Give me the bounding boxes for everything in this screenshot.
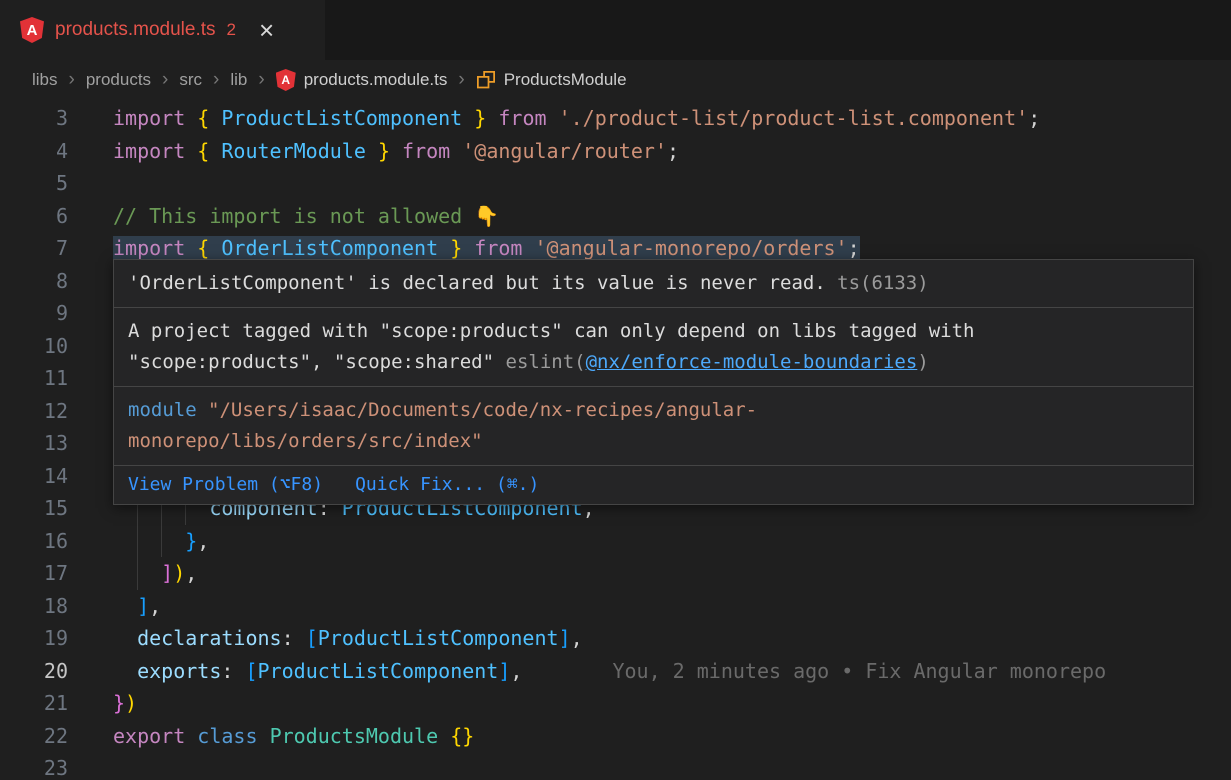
close-icon[interactable]: × xyxy=(259,17,274,43)
tab-problem-count-badge: 2 xyxy=(227,20,236,40)
code-line-21[interactable]: 21}) xyxy=(0,687,1231,720)
line-number[interactable]: 11 xyxy=(0,362,68,395)
line-number[interactable]: 9 xyxy=(0,297,68,330)
code-line-19[interactable]: 19 declarations: [ProductListComponent], xyxy=(0,622,1231,655)
line-number[interactable]: 3 xyxy=(0,102,68,135)
code-line-17[interactable]: 17 ]), xyxy=(0,557,1231,590)
code-line-4[interactable]: 4 import { RouterModule } from '@angular/… xyxy=(0,135,1231,168)
line-content: declarations: [ProductListComponent], xyxy=(113,622,1231,655)
eslint-source-close: ) xyxy=(917,351,928,373)
chevron-right-icon: › xyxy=(258,69,264,91)
line-content: ]), xyxy=(113,557,1231,590)
line-number[interactable]: 5 xyxy=(0,167,68,200)
breadcrumb-symbol-label: ProductsModule xyxy=(504,70,627,90)
ts-diagnostic-message: 'OrderListComponent' is declared but its… xyxy=(114,260,1193,308)
line-content: }) xyxy=(113,687,1231,720)
indent-guide xyxy=(161,525,162,558)
code-line-6[interactable]: 6 // This import is not allowed 👇 xyxy=(0,200,1231,233)
breadcrumb-item-file[interactable]: A products.module.ts xyxy=(276,69,448,91)
hover-status-bar: View Problem (⌥F8) Quick Fix... (⌘.) xyxy=(114,466,1193,504)
indent-guide xyxy=(137,557,138,590)
chevron-right-icon: › xyxy=(162,69,168,91)
line-number[interactable]: 15 xyxy=(0,492,68,525)
module-path-line2: monorepo/libs/orders/src/index" xyxy=(128,430,483,452)
line-number[interactable]: 14 xyxy=(0,460,68,493)
breadcrumb-item-lib[interactable]: lib xyxy=(230,70,247,90)
quick-fix-action[interactable]: Quick Fix... (⌘.) xyxy=(355,472,539,498)
breadcrumb-item-symbol[interactable]: ProductsModule xyxy=(476,70,627,90)
code-line-3[interactable]: 3 import { ProductListComponent } from '.… xyxy=(0,102,1231,135)
breadcrumb-file-label: products.module.ts xyxy=(304,70,448,90)
eslint-source-open: eslint( xyxy=(506,351,586,373)
view-problem-action[interactable]: View Problem (⌥F8) xyxy=(128,472,323,498)
line-content: import { RouterModule } from '@angular/r… xyxy=(113,135,1231,168)
vscode-window: A products.module.ts 2 × libs › products… xyxy=(0,0,1231,780)
breadcrumb-item-src[interactable]: src xyxy=(179,70,202,90)
line-content: // This import is not allowed 👇 xyxy=(113,200,1231,233)
code-editor[interactable]: 3 import { ProductListComponent } from '.… xyxy=(0,100,1231,780)
problem-hover-tooltip: 'OrderListComponent' is declared but its… xyxy=(113,259,1194,505)
line-content xyxy=(113,752,1231,780)
line-number[interactable]: 21 xyxy=(0,687,68,720)
line-number[interactable]: 8 xyxy=(0,265,68,298)
line-content: ], xyxy=(113,590,1231,623)
line-number[interactable]: 6 xyxy=(0,200,68,233)
code-line-22[interactable]: 22 export class ProductsModule {} xyxy=(0,720,1231,753)
line-number[interactable]: 17 xyxy=(0,557,68,590)
module-keyword: module xyxy=(128,399,197,421)
breadcrumb-item-products[interactable]: products xyxy=(86,70,151,90)
line-number[interactable]: 4 xyxy=(0,135,68,168)
chevron-right-icon: › xyxy=(69,69,75,91)
line-number[interactable]: 23 xyxy=(0,752,68,780)
breadcrumb-item-libs[interactable]: libs xyxy=(32,70,58,90)
angular-icon: A xyxy=(276,69,296,91)
ts-diagnostic-text: 'OrderListComponent' is declared but its… xyxy=(128,272,826,294)
code-line-20[interactable]: 20 exports: [ProductListComponent],You, … xyxy=(0,655,1231,688)
line-number[interactable]: 13 xyxy=(0,427,68,460)
eslint-diagnostic-message: A project tagged with "scope:products" c… xyxy=(114,308,1193,387)
tab-bar: A products.module.ts 2 × xyxy=(0,0,1231,60)
error-highlighted-code: import { OrderListComponent } from '@ang… xyxy=(113,236,860,260)
code-line-16[interactable]: 16 }, xyxy=(0,525,1231,558)
line-number[interactable]: 22 xyxy=(0,720,68,753)
code-line-5[interactable]: 5 xyxy=(0,167,1231,200)
line-content: exports: [ProductListComponent],You, 2 m… xyxy=(113,655,1231,688)
eslint-diagnostic-line1: A project tagged with "scope:products" c… xyxy=(128,320,974,342)
tab-products-module[interactable]: A products.module.ts 2 × xyxy=(0,0,325,60)
tab-title: products.module.ts xyxy=(55,19,216,41)
line-content xyxy=(113,167,1231,200)
module-path-line1: "/Users/isaac/Documents/code/nx-recipes/… xyxy=(208,399,757,421)
eslint-rule-link[interactable]: @nx/enforce-module-boundaries xyxy=(586,351,918,373)
line-number[interactable]: 18 xyxy=(0,590,68,623)
code-line-18[interactable]: 18 ], xyxy=(0,590,1231,623)
line-content: export class ProductsModule {} xyxy=(113,720,1231,753)
module-path-block: module "/Users/isaac/Documents/code/nx-re… xyxy=(114,387,1193,466)
line-number[interactable]: 16 xyxy=(0,525,68,558)
indent-guide xyxy=(137,525,138,558)
code-line-23[interactable]: 23 xyxy=(0,752,1231,780)
line-content: import { ProductListComponent } from './… xyxy=(113,102,1231,135)
git-blame-annotation: You, 2 minutes ago • Fix Angular monorep… xyxy=(612,659,1106,683)
line-number[interactable]: 20 xyxy=(0,655,68,688)
line-number[interactable]: 19 xyxy=(0,622,68,655)
breadcrumb: libs › products › src › lib › A products… xyxy=(0,60,1231,100)
line-number[interactable]: 10 xyxy=(0,330,68,363)
line-number[interactable]: 12 xyxy=(0,395,68,428)
line-content: }, xyxy=(113,525,1231,558)
eslint-diagnostic-line2: "scope:products", "scope:shared" xyxy=(128,351,506,373)
line-number[interactable]: 7 xyxy=(0,232,68,265)
class-symbol-icon xyxy=(476,70,496,90)
angular-icon: A xyxy=(20,17,44,43)
chevron-right-icon: › xyxy=(213,69,219,91)
chevron-right-icon: › xyxy=(458,69,464,91)
ts-diagnostic-code: ts(6133) xyxy=(837,272,929,294)
